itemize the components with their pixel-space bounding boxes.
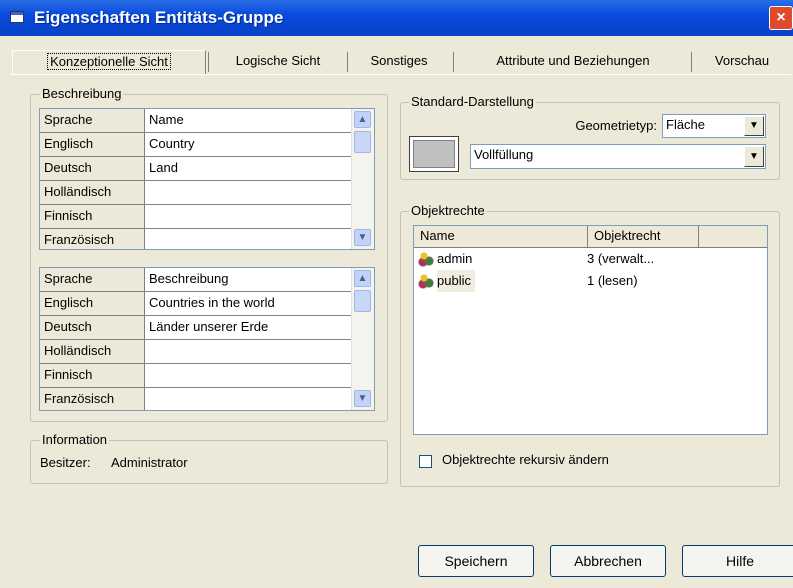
scroll-up-icon[interactable]: ▲ — [354, 111, 371, 128]
table-row[interactable]: Deutsch Land — [40, 157, 374, 181]
help-button[interactable]: Hilfe — [682, 545, 793, 577]
owner-label: Besitzer: — [40, 455, 91, 470]
listview-header-name[interactable]: Name — [414, 226, 588, 247]
title-bar[interactable]: Eigenschaften Entitäts-Gruppe × — [0, 0, 793, 36]
recursive-checkbox-label[interactable]: Objektrechte rekursiv ändern — [442, 452, 609, 467]
grid-header-row: Sprache Name — [40, 109, 374, 133]
grid-cell-language: Französisch — [40, 388, 145, 410]
scroll-down-icon[interactable]: ▼ — [354, 390, 371, 407]
tab-panel-border — [10, 74, 791, 75]
scroll-up-icon[interactable]: ▲ — [354, 270, 371, 287]
list-item-name: admin — [437, 251, 473, 266]
tab-sonstiges[interactable]: Sonstiges — [349, 50, 449, 74]
grid-cell-language: Deutsch — [40, 316, 145, 340]
geometrietyp-select[interactable]: Fläche ▼ — [662, 114, 766, 138]
beschreibung-legend: Beschreibung — [40, 86, 124, 101]
list-item-name: public — [437, 270, 475, 292]
recursive-checkbox[interactable] — [419, 455, 432, 468]
scroll-thumb[interactable] — [354, 290, 371, 312]
objektrechte-listview[interactable]: Name Objektrecht admin 3 (verwalt... pub… — [413, 225, 768, 435]
grid-cell-value[interactable]: Land — [145, 157, 356, 181]
grid-header-sprache: Sprache — [40, 109, 145, 133]
table-row[interactable]: Englisch Country — [40, 133, 374, 157]
tab-konzeptionelle-sicht[interactable]: Konzeptionelle Sicht — [12, 50, 206, 74]
user-group-icon — [418, 251, 434, 267]
grid-header-sprache: Sprache — [40, 268, 145, 292]
list-item-name-cell: public — [414, 270, 581, 292]
list-item-name-cell: admin — [414, 248, 581, 270]
tab-vorschau[interactable]: Vorschau — [694, 50, 790, 74]
scroll-down-icon[interactable]: ▼ — [354, 229, 371, 246]
tab-divider — [453, 52, 454, 72]
list-item[interactable]: admin 3 (verwalt... — [414, 248, 767, 270]
listview-header: Name Objektrecht — [414, 226, 767, 248]
grid-cell-language: Holländisch — [40, 340, 145, 364]
table-row[interactable]: Holländisch — [40, 181, 374, 205]
owner-value: Administrator — [111, 455, 188, 470]
grid-header-row: Sprache Beschreibung — [40, 268, 374, 292]
name-grid-scrollbar[interactable]: ▲ ▼ — [351, 109, 374, 249]
listview-header-filler — [699, 226, 767, 247]
window-title: Eigenschaften Entitäts-Gruppe — [34, 8, 284, 27]
grid-header-name: Name — [145, 109, 356, 133]
grid-cell-language: Englisch — [40, 133, 145, 157]
grid-cell-value[interactable]: Country — [145, 133, 356, 157]
name-grid[interactable]: Sprache Name Englisch Country Deutsch La… — [39, 108, 375, 250]
table-row[interactable]: Holländisch — [40, 340, 374, 364]
grid-cell-value[interactable] — [145, 364, 356, 388]
information-legend: Information — [40, 432, 110, 447]
tab-divider — [208, 52, 209, 72]
grid-cell-language: Englisch — [40, 292, 145, 316]
standard-darstellung-legend: Standard-Darstellung — [409, 94, 536, 109]
table-row[interactable]: Finnisch — [40, 205, 374, 229]
grid-cell-language: Französisch — [40, 229, 145, 249]
grid-cell-value[interactable] — [145, 229, 356, 249]
tab-attribute-und-beziehungen[interactable]: Attribute und Beziehungen — [456, 50, 690, 74]
listview-header-objektrecht[interactable]: Objektrecht — [588, 226, 699, 247]
grid-header-beschreibung: Beschreibung — [145, 268, 356, 292]
list-item-right: 1 (lesen) — [587, 273, 638, 288]
tab-logische-sicht[interactable]: Logische Sicht — [210, 50, 346, 74]
fill-type-select[interactable]: Vollfüllung ▼ — [470, 144, 766, 169]
color-swatch — [413, 140, 455, 168]
geometrietyp-value: Fläche — [666, 117, 706, 132]
window-icon — [10, 11, 24, 23]
scroll-thumb[interactable] — [354, 131, 371, 153]
user-group-icon — [418, 273, 434, 289]
table-row[interactable]: Finnisch — [40, 364, 374, 388]
description-grid[interactable]: Sprache Beschreibung Englisch Countries … — [39, 267, 375, 411]
grid-cell-value[interactable] — [145, 388, 356, 410]
color-swatch-button[interactable] — [409, 136, 459, 172]
close-button[interactable]: × — [769, 6, 793, 30]
list-item[interactable]: public 1 (lesen) — [414, 270, 767, 292]
grid-cell-language: Holländisch — [40, 181, 145, 205]
chevron-down-icon[interactable]: ▼ — [744, 146, 764, 167]
table-row[interactable]: Französisch — [40, 229, 374, 249]
grid-cell-value[interactable] — [145, 340, 356, 364]
geometrietyp-label: Geometrietyp: — [575, 118, 657, 133]
grid-cell-language: Finnisch — [40, 364, 145, 388]
save-button[interactable]: Speichern — [418, 545, 534, 577]
grid-cell-value[interactable]: Countries in the world — [145, 292, 356, 316]
tab-divider — [691, 52, 692, 72]
grid-cell-value[interactable]: Länder unserer Erde — [145, 316, 356, 340]
cancel-button[interactable]: Abbrechen — [550, 545, 666, 577]
tab-label: Konzeptionelle Sicht — [47, 53, 171, 70]
table-row[interactable]: Deutsch Länder unserer Erde — [40, 316, 374, 340]
table-row[interactable]: Französisch — [40, 388, 374, 410]
grid-cell-language: Finnisch — [40, 205, 145, 229]
tab-divider — [347, 52, 348, 72]
grid-cell-language: Deutsch — [40, 157, 145, 181]
grid-cell-value[interactable] — [145, 181, 356, 205]
objektrechte-legend: Objektrechte — [409, 203, 487, 218]
description-grid-scrollbar[interactable]: ▲ ▼ — [351, 268, 374, 410]
chevron-down-icon[interactable]: ▼ — [744, 116, 764, 136]
fill-type-value: Vollfüllung — [474, 147, 534, 162]
table-row[interactable]: Englisch Countries in the world — [40, 292, 374, 316]
grid-cell-value[interactable] — [145, 205, 356, 229]
list-item-right: 3 (verwalt... — [587, 251, 655, 266]
